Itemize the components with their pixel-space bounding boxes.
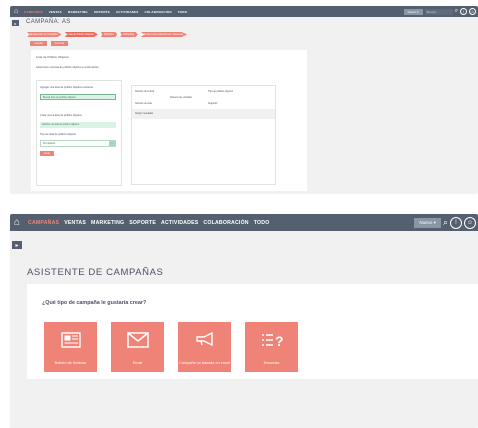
card-title: Lista de Público Objetivo — [36, 55, 70, 59]
nav-item-activities[interactable]: ACTIVIDADES — [161, 220, 198, 226]
survey-tile-label: Encuesta — [263, 361, 280, 365]
create-list-button[interactable]: Crear — [40, 151, 54, 156]
non-email-tile[interactable]: Campaña no basada en email — [178, 322, 231, 372]
column-header-type: Tipo de público objetivo — [208, 90, 234, 93]
no-results-text: Ningún resultado — [135, 112, 154, 115]
nav-item-support[interactable]: SOPORTE — [94, 10, 110, 14]
nav-item-collaboration[interactable]: COLABORACIÓN — [203, 220, 248, 226]
sidebar-toggle-icon[interactable]: ▸ — [12, 241, 22, 249]
wizard-step[interactable]: Marcado — [100, 32, 118, 37]
entries-label: Número de entradas — [170, 96, 192, 99]
top-navbar: ⌂ CAMPAÑAS VENTAS MARKETING SOPORTE ACTI… — [10, 214, 478, 231]
sidebar-toggle-icon[interactable]: ▸ — [12, 20, 19, 26]
email-tile-label: Email — [132, 361, 143, 365]
newsletter-tile[interactable]: Boletín de Noticias — [44, 322, 97, 372]
nav-item-campaigns[interactable]: CAMPAÑAS — [28, 220, 59, 226]
home-icon[interactable]: ⌂ — [14, 217, 28, 228]
svg-text:?: ? — [275, 333, 283, 349]
nav-item-all[interactable]: TODO — [254, 220, 270, 226]
save-button[interactable]: Guardar — [30, 41, 47, 46]
wizard-step[interactable]: Encabezado de Campaña — [27, 32, 62, 37]
create-button[interactable]: Nuevo ▾ — [403, 8, 423, 15]
nav-item-all[interactable]: TODO — [178, 10, 187, 14]
new-list-label: Crear nueva lista de público objetivo — [40, 114, 82, 117]
existing-list-label: Agregar una lista de público objetivo ex… — [40, 86, 93, 89]
newsletter-tile-label: Boletín de Noticias — [54, 361, 87, 365]
list-type-value: Por defecto — [43, 142, 56, 145]
survey-tile[interactable]: ? Encuesta — [245, 322, 298, 372]
search-icon[interactable]: ⌕ — [443, 217, 448, 228]
create-button[interactable]: Nuevo ▾ — [414, 217, 441, 228]
list-row-type: Seguidor — [208, 102, 218, 105]
campaign-target-list-screen: ⌂ CAMPAÑAS VENTAS MARKETING SOPORTE ACTI… — [10, 6, 478, 194]
new-list-name-field[interactable]: Nombre de lista de público objetivo — [40, 122, 116, 128]
list-row-name: Nombre de lista — [135, 102, 152, 105]
wizard-steps: Encabezado de Campaña Lista de Público O… — [27, 32, 188, 37]
nav-item-sales[interactable]: VENTAS — [64, 220, 86, 226]
cancel-button[interactable]: Cancelar — [50, 41, 69, 46]
target-list-form: Agregar una lista de público objetivo ex… — [36, 80, 122, 186]
nav-item-marketing[interactable]: MARKETING — [68, 10, 88, 14]
list-type-select[interactable]: Por defecto — [40, 140, 116, 147]
home-icon[interactable]: ⌂ — [14, 8, 24, 15]
newsletter-icon — [60, 332, 81, 348]
selected-lists-panel: Nombre de la lista Tipo de público objet… — [131, 85, 276, 185]
column-header-name: Nombre de la lista — [135, 90, 155, 93]
nav-item-support[interactable]: SOPORTE — [129, 220, 156, 226]
nav-item-marketing[interactable]: MARKETING — [91, 220, 124, 226]
survey-icon: ? — [261, 333, 283, 349]
wizard-step[interactable]: Marketing — [120, 32, 138, 37]
list-type-label: Tipo de lista de público objetivo — [40, 133, 77, 136]
user-avatar-icon[interactable]: ☺ — [469, 8, 476, 15]
page-title: ASISTENTE DE CAMPAÑAS — [27, 267, 164, 278]
nav-item-sales[interactable]: VENTAS — [49, 10, 62, 14]
existing-list-field[interactable]: Buscar lista de público objetivo — [40, 94, 116, 100]
nav-item-activities[interactable]: ACTIVIDADES — [116, 10, 139, 14]
wizard-step-current[interactable]: Lista de Público Objetivo — [64, 32, 98, 37]
campaign-type-card: ¿Qué tipo de campaña le gustaría crear? … — [27, 284, 478, 379]
wizard-step[interactable]: Enviar Correo Electrónico / Resumen — [140, 32, 188, 37]
chevron-down-icon — [109, 141, 115, 146]
megaphone-icon — [195, 332, 213, 346]
search-icon[interactable]: ⌕ — [455, 8, 458, 15]
nav-item-collaboration[interactable]: COLABORACIÓN — [144, 10, 171, 14]
search-input[interactable]: Buscar... — [424, 8, 453, 15]
envelope-icon — [126, 332, 149, 348]
campaign-type-question: ¿Qué tipo de campaña le gustaría crear? — [42, 300, 147, 306]
card-description: Seleccione una lista de público objetivo… — [36, 66, 99, 69]
nav-item-campaigns[interactable]: CAMPAÑAS — [24, 10, 43, 14]
target-list-card: Lista de Público Objetivo Seleccione una… — [31, 50, 307, 191]
list-footer: Ningún resultado — [132, 109, 275, 119]
top-navbar: ⌂ CAMPAÑAS VENTAS MARKETING SOPORTE ACTI… — [10, 6, 478, 17]
campaign-wizard-screen: ⌂ CAMPAÑAS VENTAS MARKETING SOPORTE ACTI… — [10, 214, 478, 428]
notifications-icon[interactable]: ! — [460, 8, 467, 15]
email-tile[interactable]: Email — [111, 322, 164, 372]
non-email-tile-label: Campaña no basada en email — [179, 361, 230, 365]
user-avatar-icon[interactable]: ☺ — [464, 216, 476, 229]
page-title: CAMPAÑA: AS — [26, 19, 71, 25]
notifications-icon[interactable]: ! — [450, 216, 462, 229]
